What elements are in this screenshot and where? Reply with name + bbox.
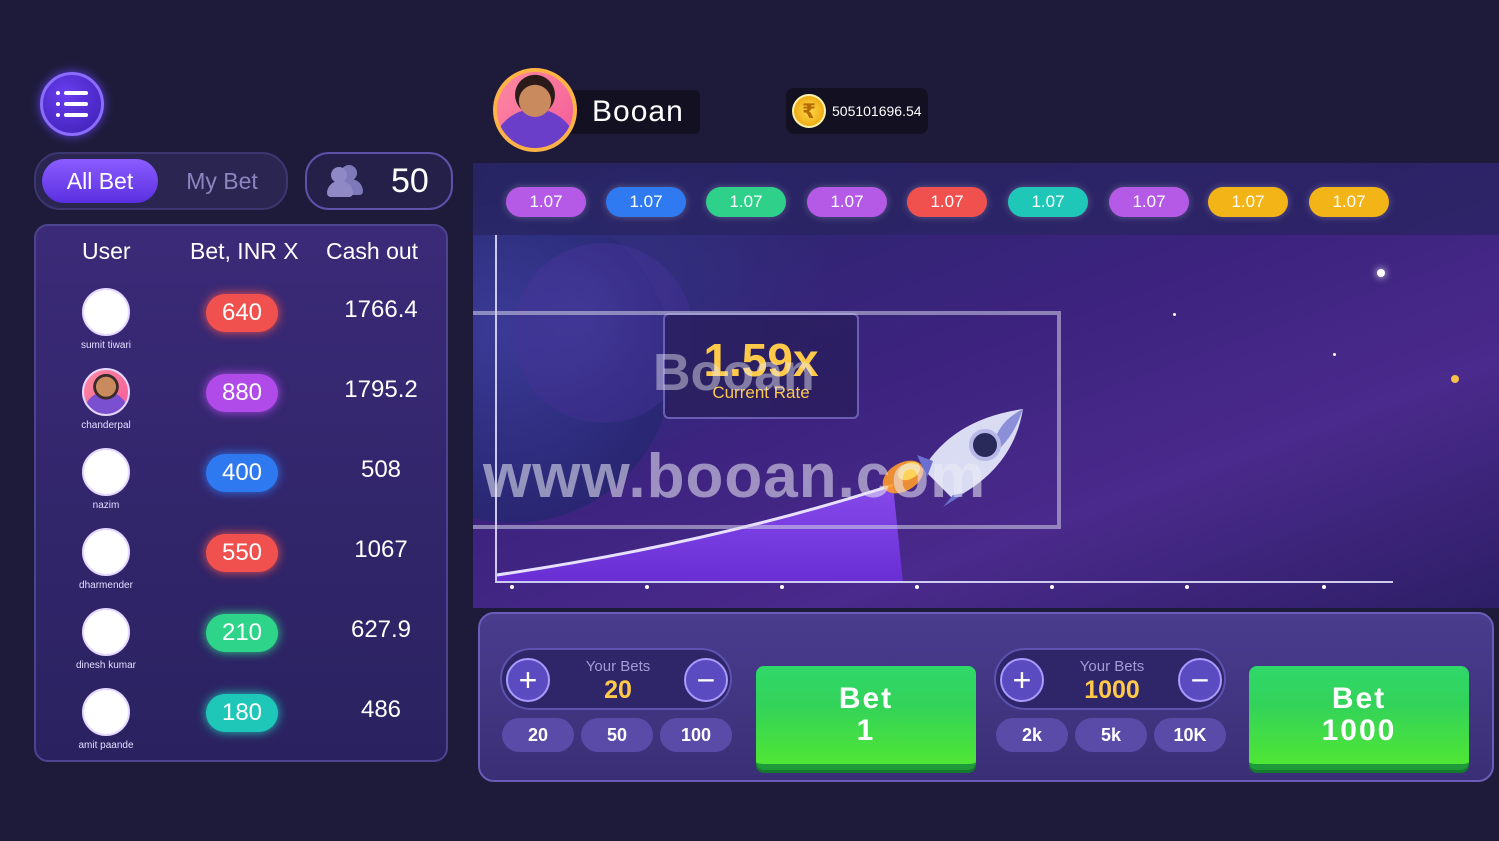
avatar: [82, 528, 130, 576]
axis-tick: [1185, 585, 1189, 589]
user-name: sumit tiwari: [80, 340, 131, 351]
increase-bet-button[interactable]: +: [506, 658, 550, 702]
your-bets-value: 20: [604, 676, 632, 704]
bet-amount-box-right: + Your Bets 1000 −: [994, 648, 1226, 710]
user-name: dinesh kumar: [75, 660, 137, 671]
cashout-value: 508: [360, 456, 402, 483]
axis-tick: [780, 585, 784, 589]
header-cashout: Cash out: [326, 238, 419, 264]
table-row: dinesh kumar 210 627.9: [36, 604, 446, 684]
decrease-bet-button[interactable]: −: [1178, 658, 1222, 702]
header-user: User: [82, 238, 131, 264]
table-row: chanderpal 880 1795.2: [36, 364, 446, 444]
user-name: dharmender: [79, 580, 133, 591]
x-axis: [495, 581, 1393, 583]
avatar: [82, 448, 130, 496]
table-row: dharmender 550 1067: [36, 524, 446, 604]
bet-pill: 180: [206, 694, 278, 732]
table-row: sumit tiwari 640 1766.4: [36, 284, 446, 364]
bet-button-label: Bet: [838, 682, 894, 715]
cashout-value: 1067: [354, 536, 408, 563]
table-row: amit paande 180 486: [36, 684, 446, 764]
axis-tick: [645, 585, 649, 589]
menu-icon: [56, 91, 88, 117]
avatar: [82, 368, 130, 416]
bet-pill: 640: [206, 294, 278, 332]
cashout-value: 1766.4: [344, 296, 418, 323]
avatar: [82, 288, 130, 336]
cashout-value: 627.9: [350, 616, 412, 643]
table-row: nazim 400 508: [36, 444, 446, 524]
cashout-value: 486: [360, 696, 402, 723]
watermark-text: Booan: [653, 344, 815, 402]
bet-control-panel: + Your Bets 20 − 20 50 100 Bet 1 + Your …: [478, 612, 1494, 782]
quick-bet-chip[interactable]: 20: [502, 718, 574, 752]
tab-my-bet[interactable]: My Bet: [164, 159, 280, 203]
watermark-url: www.booan.com: [483, 442, 987, 511]
user-avatar[interactable]: [493, 68, 577, 152]
bet-pill: 550: [206, 534, 278, 572]
cashout-value: 1795.2: [344, 376, 418, 403]
bet-button-amount: 1000: [1321, 714, 1397, 747]
bet-pill: 210: [206, 614, 278, 652]
game-area: 1.07 1.07 1.07 1.07 1.07 1.07 1.07 1.07 …: [473, 163, 1499, 608]
axis-tick: [915, 585, 919, 589]
quick-bet-chip[interactable]: 50: [581, 718, 653, 752]
quick-bet-chip[interactable]: 100: [660, 718, 732, 752]
username-label: Booan: [560, 90, 700, 134]
increase-bet-button[interactable]: +: [1000, 658, 1044, 702]
balance-value: 505101696.54: [832, 103, 922, 119]
players-count-box: 50: [305, 152, 453, 210]
bet-amount-box-left: + Your Bets 20 −: [500, 648, 732, 710]
quick-bet-chip[interactable]: 10K: [1154, 718, 1226, 752]
axis-tick: [510, 585, 514, 589]
bet-button-amount: 1: [856, 714, 876, 747]
tab-all-bet[interactable]: All Bet: [42, 159, 158, 203]
users-icon: [327, 165, 367, 197]
rupee-coin-icon: ₹: [792, 94, 826, 128]
players-count: 50: [391, 161, 429, 200]
user-name: nazim: [92, 500, 120, 511]
bet-button-label: Bet: [1331, 682, 1387, 715]
your-bets-value: 1000: [1084, 676, 1140, 704]
user-name: chanderpal: [81, 420, 131, 431]
quick-bet-chip[interactable]: 2k: [996, 718, 1068, 752]
bet-tabs: All Bet My Bet: [34, 152, 288, 210]
user-name: amit paande: [78, 740, 134, 751]
bet-pill: 400: [206, 454, 278, 492]
your-bets-label: Your Bets: [585, 658, 651, 675]
axis-tick: [1050, 585, 1054, 589]
header-bet: Bet, INR X: [190, 238, 299, 264]
bets-table: User Bet, INR X Cash out sumit tiwari 64…: [34, 224, 448, 762]
quick-bet-chip[interactable]: 5k: [1075, 718, 1147, 752]
bet-button-right[interactable]: Bet 1000: [1249, 666, 1469, 770]
bet-button-left[interactable]: Bet 1: [756, 666, 976, 770]
avatar: [82, 608, 130, 656]
axis-tick: [1322, 585, 1326, 589]
your-bets-label: Your Bets: [1079, 658, 1145, 675]
menu-button[interactable]: [40, 72, 104, 136]
bet-pill: 880: [206, 374, 278, 412]
username-text: Booan: [592, 95, 684, 128]
balance-box: ₹ 505101696.54: [786, 88, 928, 134]
decrease-bet-button[interactable]: −: [684, 658, 728, 702]
avatar: [82, 688, 130, 736]
